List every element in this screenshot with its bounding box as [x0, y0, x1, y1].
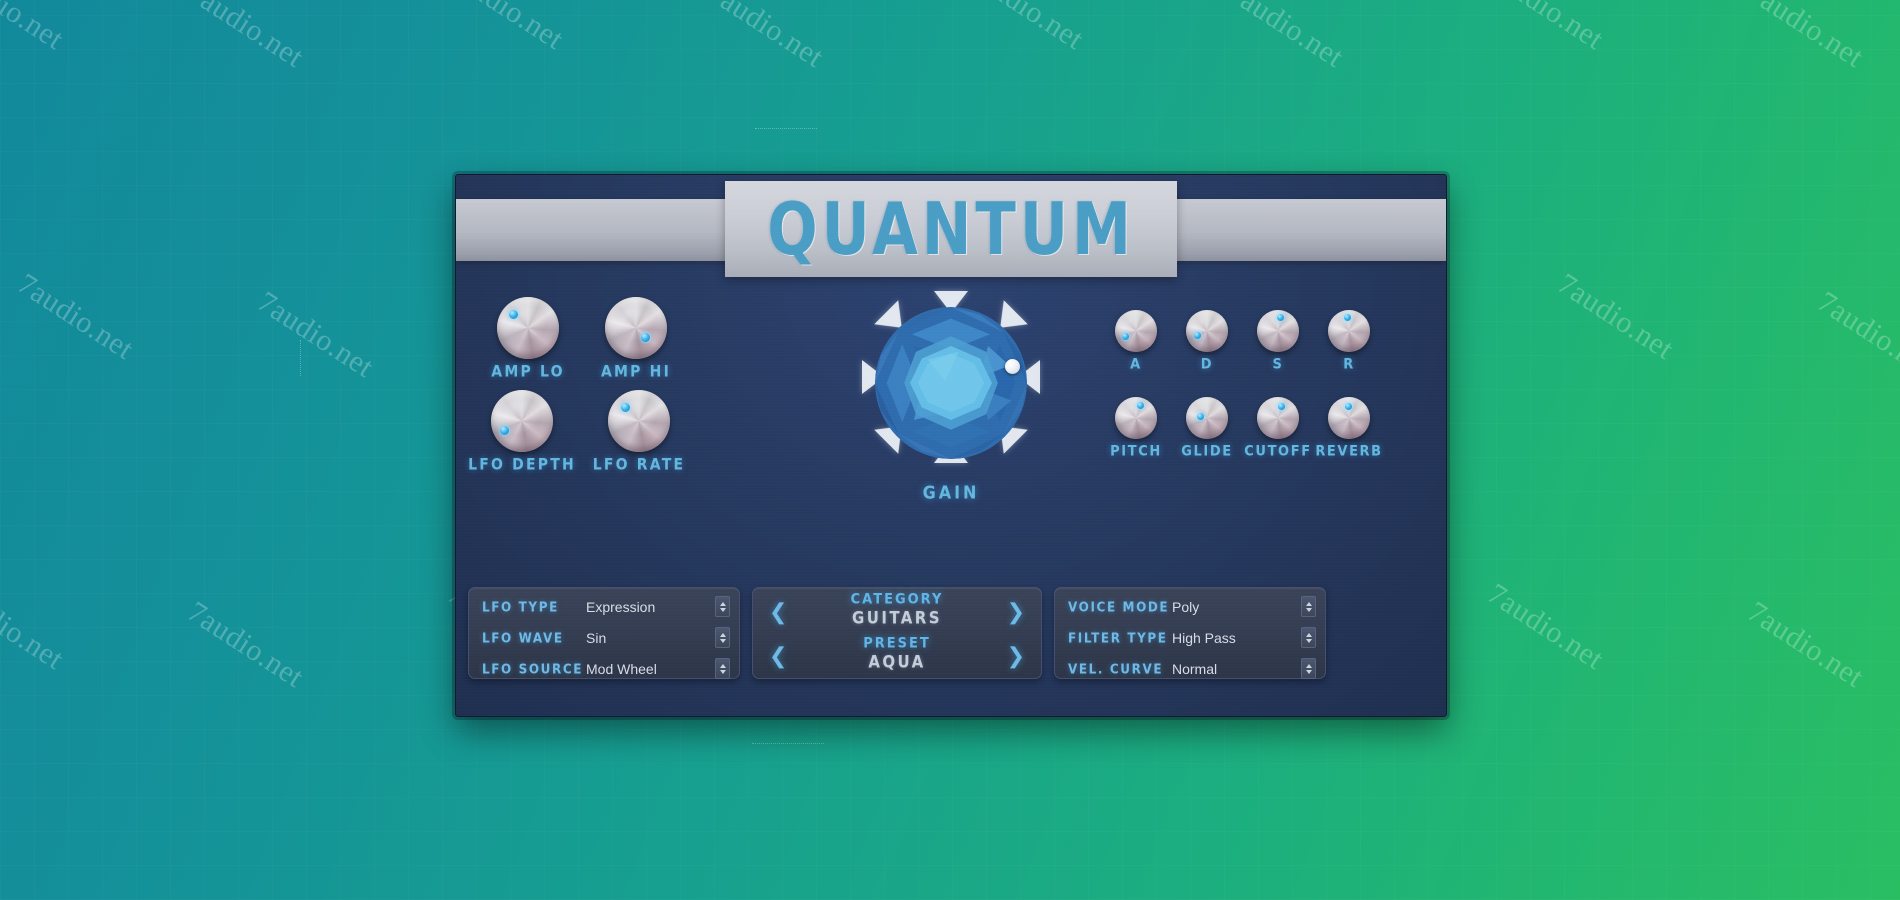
value-lfo-source: Mod Wheel: [586, 660, 657, 677]
knob-label-reverb: REVERB: [1315, 443, 1383, 460]
stepper-voice-mode[interactable]: [1301, 596, 1316, 617]
watermark-text: 7audio.net: [11, 267, 140, 367]
watermark-text: 7audio.net: [1551, 267, 1680, 367]
watermark-text: 7audio.net: [1741, 595, 1870, 695]
preset-value: AQUA: [868, 651, 926, 673]
watermark-text: 7audio.net: [251, 285, 380, 385]
knob-label-release: R: [1343, 356, 1355, 373]
label-vel-curve: VEL. CURVE: [1068, 660, 1164, 677]
value-lfo-type: Expression: [586, 598, 656, 615]
knob-amp-hi[interactable]: AMP HI: [576, 297, 696, 381]
gem-indicator-dot: [1005, 359, 1020, 374]
setting-row-voice-mode[interactable]: VOICE MODE Poly: [1055, 594, 1325, 619]
knob-indicator-amp-hi: [641, 333, 650, 342]
knob-dial-amp-hi[interactable]: [605, 297, 667, 359]
watermark-text: 7audio.net: [701, 0, 830, 75]
knob-indicator-glide: [1197, 413, 1204, 420]
knob-indicator-amp-lo: [509, 310, 518, 319]
setting-row-filter-type[interactable]: FILTER TYPE High Pass: [1055, 625, 1325, 650]
knob-dial-lfo-depth[interactable]: [491, 390, 553, 452]
setting-row-lfo-source[interactable]: LFO SOURCE Mod Wheel: [469, 656, 739, 681]
gain-control[interactable]: GAIN: [862, 291, 1040, 504]
knob-indicator-pitch: [1137, 402, 1144, 409]
watermark-text: 7audio.net: [0, 0, 70, 57]
knob-amp-lo[interactable]: AMP LO: [468, 297, 588, 381]
watermark-text: 7audio.net: [1221, 0, 1350, 75]
setting-row-vel-curve[interactable]: VEL. CURVE Normal: [1055, 656, 1325, 681]
knob-reverb[interactable]: REVERB: [1307, 397, 1391, 460]
guide-line-bottom: [752, 743, 824, 744]
value-vel-curve: Normal: [1172, 660, 1218, 677]
guide-line-left: [300, 340, 301, 376]
knob-indicator-sustain: [1277, 314, 1284, 321]
watermark-text: 7audio.net: [441, 0, 570, 57]
watermark-text: 7audio.net: [181, 0, 310, 75]
preset-title: PRESET: [863, 635, 931, 652]
setting-row-lfo-type[interactable]: LFO TYPE Expression: [469, 594, 739, 619]
knob-indicator-cutoff: [1278, 403, 1285, 410]
knob-label-amp-lo: AMP LO: [491, 363, 565, 381]
knob-indicator-decay: [1194, 332, 1201, 339]
knob-dial-decay[interactable]: [1186, 310, 1228, 352]
category-next-button[interactable]: ❯: [1007, 600, 1025, 625]
stepper-lfo-wave[interactable]: [715, 627, 730, 648]
knob-label-amp-hi: AMP HI: [600, 363, 672, 381]
knob-dial-lfo-rate[interactable]: [608, 390, 670, 452]
preset-browser-panel: ❮ CATEGORY GUITARS ❯ ❮ PRESET AQUA ❯: [752, 587, 1042, 679]
watermark-text: 7audio.net: [1481, 577, 1610, 677]
plugin-window: QUANTUM AMP LO AMP HI LFO DEPTH LFO RATE: [455, 174, 1447, 717]
value-lfo-wave: Sin: [586, 629, 607, 646]
knob-indicator-lfo-depth: [500, 426, 509, 435]
knob-dial-sustain[interactable]: [1257, 310, 1299, 352]
label-lfo-type: LFO TYPE: [482, 598, 559, 615]
knob-label-lfo-rate: LFO RATE: [592, 456, 686, 474]
knob-dial-attack[interactable]: [1115, 310, 1157, 352]
watermark-text: 7audio.net: [0, 577, 70, 677]
stepper-filter-type[interactable]: [1301, 627, 1316, 648]
category-selector[interactable]: ❮ CATEGORY GUITARS ❯: [753, 591, 1041, 632]
category-value: GUITARS: [852, 607, 942, 629]
watermark-text: 7audio.net: [1481, 0, 1610, 57]
page-title: QUANTUM: [767, 186, 1135, 272]
gain-label: GAIN: [922, 481, 980, 504]
preset-next-button[interactable]: ❯: [1007, 644, 1025, 669]
lfo-settings-panel: LFO TYPE Expression LFO WAVE Sin LFO SOU…: [468, 587, 740, 679]
knob-dial-release[interactable]: [1328, 310, 1370, 352]
stepper-lfo-source[interactable]: [715, 658, 730, 679]
guide-line-top: [755, 128, 817, 129]
setting-row-lfo-wave[interactable]: LFO WAVE Sin: [469, 625, 739, 650]
knob-release[interactable]: R: [1307, 310, 1391, 373]
knob-indicator-release: [1344, 314, 1351, 321]
knob-dial-glide[interactable]: [1186, 397, 1228, 439]
stepper-lfo-type[interactable]: [715, 596, 730, 617]
value-voice-mode: Poly: [1172, 598, 1200, 615]
label-lfo-wave: LFO WAVE: [482, 629, 564, 646]
value-filter-type: High Pass: [1172, 629, 1236, 646]
knob-lfo-rate[interactable]: LFO RATE: [579, 390, 699, 474]
knob-dial-amp-lo[interactable]: [497, 297, 559, 359]
label-voice-mode: VOICE MODE: [1068, 598, 1170, 615]
watermark-text: 7audio.net: [1741, 0, 1870, 75]
knob-dial-pitch[interactable]: [1115, 397, 1157, 439]
watermark-text: 7audio.net: [1811, 285, 1900, 385]
voice-settings-panel: VOICE MODE Poly FILTER TYPE High Pass VE…: [1054, 587, 1326, 679]
knob-label-lfo-depth: LFO DEPTH: [468, 456, 576, 474]
knob-indicator-attack: [1122, 333, 1129, 340]
header-plate: QUANTUM: [725, 181, 1177, 277]
knob-dial-reverb[interactable]: [1328, 397, 1370, 439]
watermark-text: 7audio.net: [181, 595, 310, 695]
watermark-text: 7audio.net: [961, 0, 1090, 57]
knob-dial-cutoff[interactable]: [1257, 397, 1299, 439]
gem-facets-icon: [874, 306, 1028, 460]
category-title: CATEGORY: [850, 591, 944, 608]
knob-indicator-reverb: [1345, 403, 1352, 410]
knob-indicator-lfo-rate: [621, 403, 630, 412]
knob-lfo-depth[interactable]: LFO DEPTH: [462, 390, 582, 474]
label-lfo-source: LFO SOURCE: [482, 660, 584, 677]
label-filter-type: FILTER TYPE: [1068, 629, 1168, 646]
preset-selector[interactable]: ❮ PRESET AQUA ❯: [753, 635, 1041, 676]
gem-knob[interactable]: [862, 291, 1040, 469]
stepper-vel-curve[interactable]: [1301, 658, 1316, 679]
